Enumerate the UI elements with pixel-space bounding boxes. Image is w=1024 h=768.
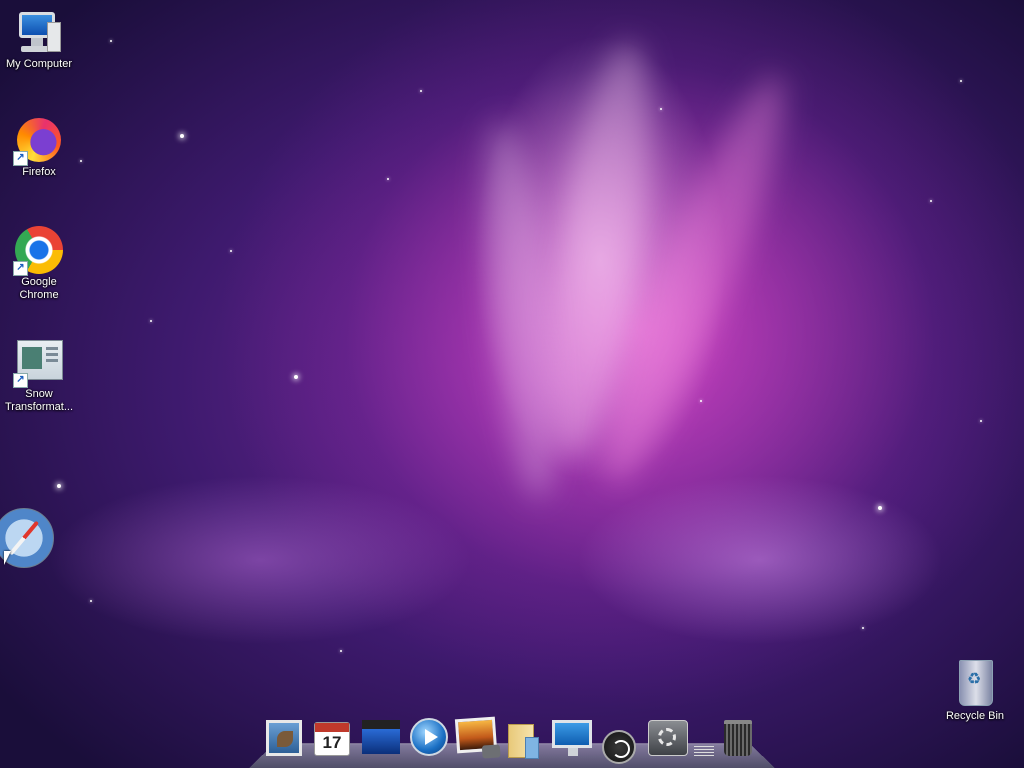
mail-stamp-icon[interactable]: [266, 720, 302, 756]
redo-arrow-icon[interactable]: [602, 730, 636, 764]
folder-icon[interactable]: [508, 724, 539, 759]
firefox-icon: ↗: [13, 116, 63, 166]
mouse-cursor: [4, 551, 11, 565]
my-computer-icon: [15, 8, 63, 56]
dock: 17: [262, 714, 762, 768]
shortcut-arrow-icon: ↗: [13, 261, 28, 276]
shortcut-arrow-icon: ↗: [13, 151, 28, 166]
recycle-bin-icon: [951, 660, 999, 708]
desktop: My Computer ↗ Firefox ↗ Google Chrome ↗ …: [0, 0, 1024, 768]
dock-separator: [694, 746, 714, 758]
trash-icon[interactable]: [724, 720, 752, 756]
desktop-icon-recycle-bin[interactable]: Recycle Bin: [936, 660, 1014, 723]
photo-camera-icon[interactable]: [454, 716, 498, 754]
desktop-icon-google-chrome[interactable]: ↗ Google Chrome: [0, 226, 78, 302]
wallpaper-streak: [580, 62, 810, 498]
desktop-icon-label: Google Chrome: [19, 276, 59, 301]
clapperboard-icon[interactable]: [362, 720, 400, 754]
compass-needle: [8, 520, 40, 556]
desktop-icon-firefox[interactable]: ↗ Firefox: [0, 116, 78, 179]
snow-transformation-icon: ↗: [13, 338, 63, 388]
gear-icon[interactable]: [648, 720, 688, 756]
desktop-icon-my-computer[interactable]: My Computer: [0, 8, 78, 71]
desktop-icon-label: My Computer: [5, 58, 73, 70]
monitor-icon[interactable]: [552, 720, 592, 756]
play-icon[interactable]: [410, 718, 448, 756]
desktop-icon-label: Firefox: [22, 166, 56, 178]
desktop-icon-label: Recycle Bin: [945, 710, 1005, 722]
wallpaper-streak: [531, 36, 669, 464]
shortcut-arrow-icon: ↗: [13, 373, 28, 388]
calendar-date: 17: [322, 733, 342, 752]
wallpaper-streak: [470, 117, 570, 503]
chrome-icon: ↗: [13, 226, 63, 276]
calendar-icon[interactable]: 17: [314, 722, 350, 756]
desktop-icon-label: Snow Transformat...: [4, 388, 74, 413]
desktop-icon-snow-transformation[interactable]: ↗ Snow Transformat...: [0, 338, 78, 414]
